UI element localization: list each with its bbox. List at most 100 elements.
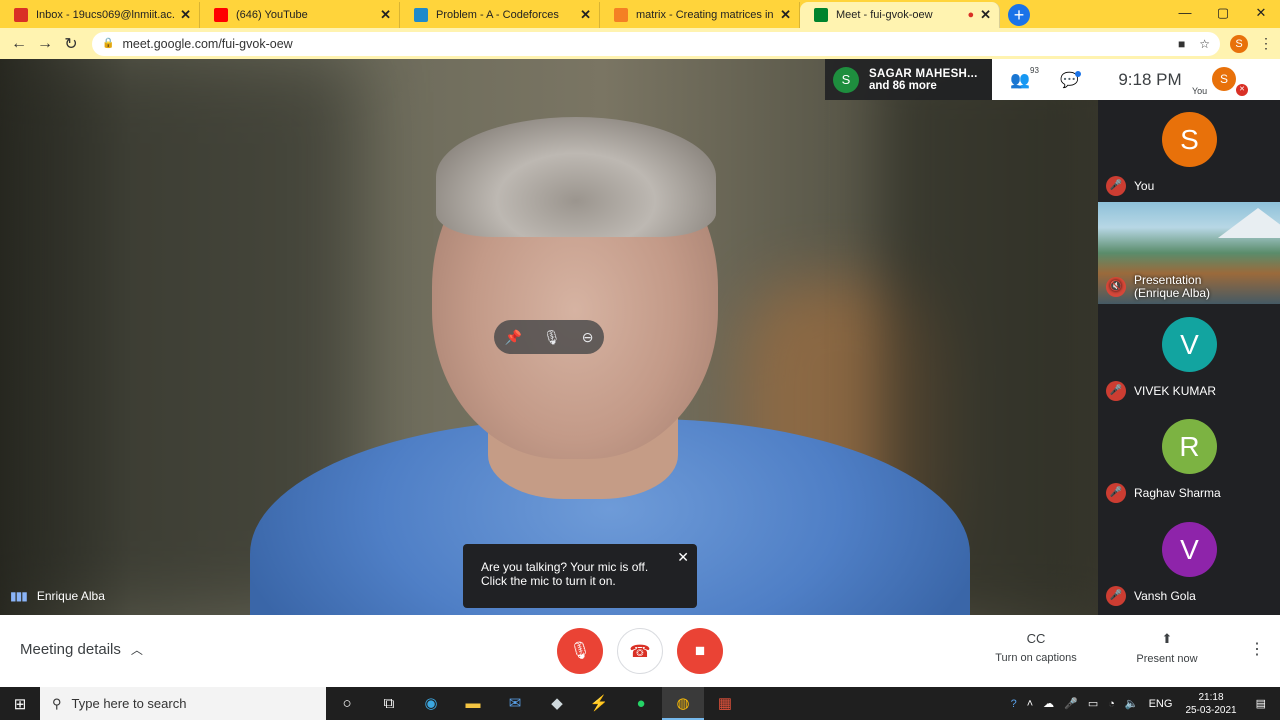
presentation-tile[interactable]: 🔇 Presentation (Enrique Alba) bbox=[1098, 202, 1280, 304]
participant-tile[interactable]: V 🎤 VIVEK KUMAR bbox=[1098, 305, 1280, 405]
profile-avatar[interactable]: S bbox=[1230, 34, 1248, 53]
tab-youtube[interactable]: (646) YouTube ✕ bbox=[200, 2, 400, 28]
hang-up-icon: ☎ bbox=[629, 642, 651, 661]
camera-toggle-button[interactable]: ■ bbox=[677, 628, 723, 674]
new-tab-button[interactable]: + bbox=[1008, 4, 1030, 26]
camera-icon[interactable]: ■ bbox=[1178, 37, 1185, 51]
present-now-button[interactable]: ⬆ Present now bbox=[1130, 631, 1204, 665]
meeting-controls: Meeting details ︿ 🎙 ☎ ■ CC Turn on capti… bbox=[0, 615, 1280, 687]
close-tab-icon[interactable]: ✕ bbox=[980, 7, 991, 23]
recording-dot-icon: ● bbox=[967, 9, 975, 21]
tab-meet[interactable]: Meet - fui-gvok-oew ● ✕ bbox=[800, 2, 1000, 28]
cortana-icon[interactable]: ○ bbox=[326, 687, 368, 720]
battery-icon[interactable]: ▭ bbox=[1088, 697, 1098, 710]
others-count: and 86 more bbox=[869, 79, 937, 92]
reload-icon[interactable]: ↻ bbox=[58, 34, 84, 54]
tab-title: Inbox - 19ucs069@lnmiit.ac.in - bbox=[36, 9, 175, 21]
tab-title: matrix - Creating matrices in c++ bbox=[636, 9, 774, 21]
onedrive-icon[interactable]: ☁ bbox=[1043, 697, 1054, 710]
office-app-icon[interactable]: ▦ bbox=[704, 687, 746, 720]
volume-icon[interactable]: 🔈 bbox=[1125, 697, 1139, 710]
close-tab-icon[interactable]: ✕ bbox=[580, 7, 591, 23]
participant-tile[interactable]: S 🎤 You bbox=[1098, 100, 1280, 200]
participant-tile[interactable]: V 🎤 Vansh Gola bbox=[1098, 510, 1280, 610]
clock[interactable]: 21:18 25-03-2021 bbox=[1185, 691, 1236, 717]
language-indicator[interactable]: ENG bbox=[1149, 698, 1173, 710]
back-icon[interactable]: ← bbox=[6, 35, 32, 53]
taskbar-search[interactable]: ⚲ Type here to search bbox=[40, 687, 326, 720]
chevron-up-icon: ︿ bbox=[130, 643, 143, 657]
mic-off-icon: 🎙 bbox=[569, 641, 591, 660]
clock-time: 21:18 bbox=[1198, 691, 1224, 703]
address-bar: ← → ↻ 🔒 meet.google.com/fui-gvok-oew ■ ☆… bbox=[0, 28, 1280, 59]
host-pill[interactable]: S SAGAR MAHESH... and 86 more bbox=[825, 59, 993, 100]
more-options-icon[interactable]: ⋮ bbox=[1249, 639, 1265, 659]
present-label: Present now bbox=[1136, 653, 1198, 665]
host-avatar: S bbox=[833, 66, 859, 93]
browser-tab-strip: Inbox - 19ucs069@lnmiit.ac.in - ✕ (646) … bbox=[0, 0, 1280, 28]
close-window-icon[interactable]: ✕ bbox=[1242, 0, 1280, 26]
participant-name: VIVEK KUMAR bbox=[1134, 384, 1217, 398]
close-tab-icon[interactable]: ✕ bbox=[780, 7, 791, 23]
tile-controls: 📌 🎙 ⊖ bbox=[494, 320, 604, 354]
pin-icon[interactable]: 📌 bbox=[505, 329, 522, 346]
minimize-icon[interactable]: — bbox=[1166, 0, 1204, 26]
youtube-icon bbox=[214, 8, 228, 22]
present-icon: ⬆ bbox=[1161, 631, 1173, 646]
remove-icon[interactable]: ⊖ bbox=[582, 329, 594, 346]
leave-call-button[interactable]: ☎ bbox=[617, 628, 663, 674]
tab-title: Problem - A - Codeforces bbox=[436, 9, 559, 21]
windows-taskbar: ⊞ ⚲ Type here to search ○ ⧉ ◉ ▬ ✉ ◆ ⚡ ● … bbox=[0, 687, 1280, 720]
captions-icon: CC bbox=[1026, 631, 1046, 646]
help-icon[interactable]: ? bbox=[1011, 698, 1017, 710]
bolt-app-icon[interactable]: ⚡ bbox=[578, 687, 620, 720]
chrome-icon[interactable]: ◍ bbox=[662, 687, 704, 720]
browser-menu-icon[interactable]: ⋮ bbox=[1258, 35, 1274, 52]
notification-icon[interactable]: ▤ bbox=[1256, 697, 1266, 710]
tab-gmail[interactable]: Inbox - 19ucs069@lnmiit.ac.in - ✕ bbox=[0, 2, 200, 28]
self-tile[interactable]: S You ✕ bbox=[1192, 59, 1252, 100]
gmail-icon bbox=[14, 8, 28, 22]
participant-avatar: R bbox=[1162, 419, 1217, 474]
close-tab-icon[interactable]: ✕ bbox=[380, 7, 391, 23]
mic-tip-text: Are you talking? Your mic is off. Click … bbox=[481, 560, 649, 588]
url-field[interactable]: 🔒 meet.google.com/fui-gvok-oew ■ ☆ bbox=[92, 31, 1220, 56]
tab-stackoverflow[interactable]: matrix - Creating matrices in c++ ✕ bbox=[600, 2, 800, 28]
bookmark-star-icon[interactable]: ☆ bbox=[1199, 37, 1210, 51]
edge-icon[interactable]: ◉ bbox=[410, 687, 452, 720]
close-tab-icon[interactable]: ✕ bbox=[180, 7, 191, 23]
file-explorer-icon[interactable]: ▬ bbox=[452, 687, 494, 720]
maximize-icon[interactable]: ▢ bbox=[1204, 0, 1242, 26]
whatsapp-icon[interactable]: ● bbox=[620, 687, 662, 720]
participant-name: Vansh Gola bbox=[1134, 589, 1196, 603]
mail-icon[interactable]: ✉ bbox=[494, 687, 536, 720]
tab-codeforces[interactable]: Problem - A - Codeforces ✕ bbox=[400, 2, 600, 28]
task-view-icon[interactable]: ⧉ bbox=[368, 687, 410, 720]
captions-button[interactable]: CC Turn on captions bbox=[992, 631, 1080, 664]
mute-participant-icon[interactable]: 🎙 bbox=[543, 329, 561, 346]
chevron-up-icon[interactable]: ˄ bbox=[1027, 698, 1033, 710]
tab-title: Meet - fui-gvok-oew bbox=[836, 9, 933, 21]
mic-off-tooltip: Are you talking? Your mic is off. Click … bbox=[463, 544, 697, 608]
url-text: meet.google.com/fui-gvok-oew bbox=[122, 36, 293, 51]
lock-icon[interactable]: 🔒 bbox=[102, 38, 114, 49]
windows-start-icon[interactable]: ⊞ bbox=[0, 695, 40, 713]
participant-avatar: V bbox=[1162, 317, 1217, 372]
forward-icon[interactable]: → bbox=[32, 35, 58, 53]
wifi-icon[interactable]: ◔ bbox=[1108, 698, 1115, 710]
mic-toggle-button[interactable]: 🎙 bbox=[557, 628, 603, 674]
captions-label: Turn on captions bbox=[995, 652, 1077, 664]
meeting-clock: 9:18 PM bbox=[1118, 69, 1182, 89]
chat-button[interactable]: 💬 bbox=[1060, 70, 1100, 89]
participant-tile[interactable]: R 🎤 Raghav Sharma bbox=[1098, 407, 1280, 507]
microphone-icon[interactable]: 🎤 bbox=[1064, 697, 1078, 710]
close-icon[interactable]: ✕ bbox=[677, 550, 689, 564]
stackoverflow-icon bbox=[614, 8, 628, 22]
participant-count: 93 bbox=[1030, 65, 1039, 75]
mic-off-icon: 🎤 bbox=[1106, 381, 1126, 401]
participant-avatar: V bbox=[1162, 522, 1217, 577]
meeting-details-button[interactable]: Meeting details ︿ bbox=[20, 641, 143, 658]
presenter-name: (Enrique Alba) bbox=[1134, 286, 1211, 300]
participants-button[interactable]: 👥 93 bbox=[1010, 66, 1060, 90]
dropbox-icon[interactable]: ◆ bbox=[536, 687, 578, 720]
